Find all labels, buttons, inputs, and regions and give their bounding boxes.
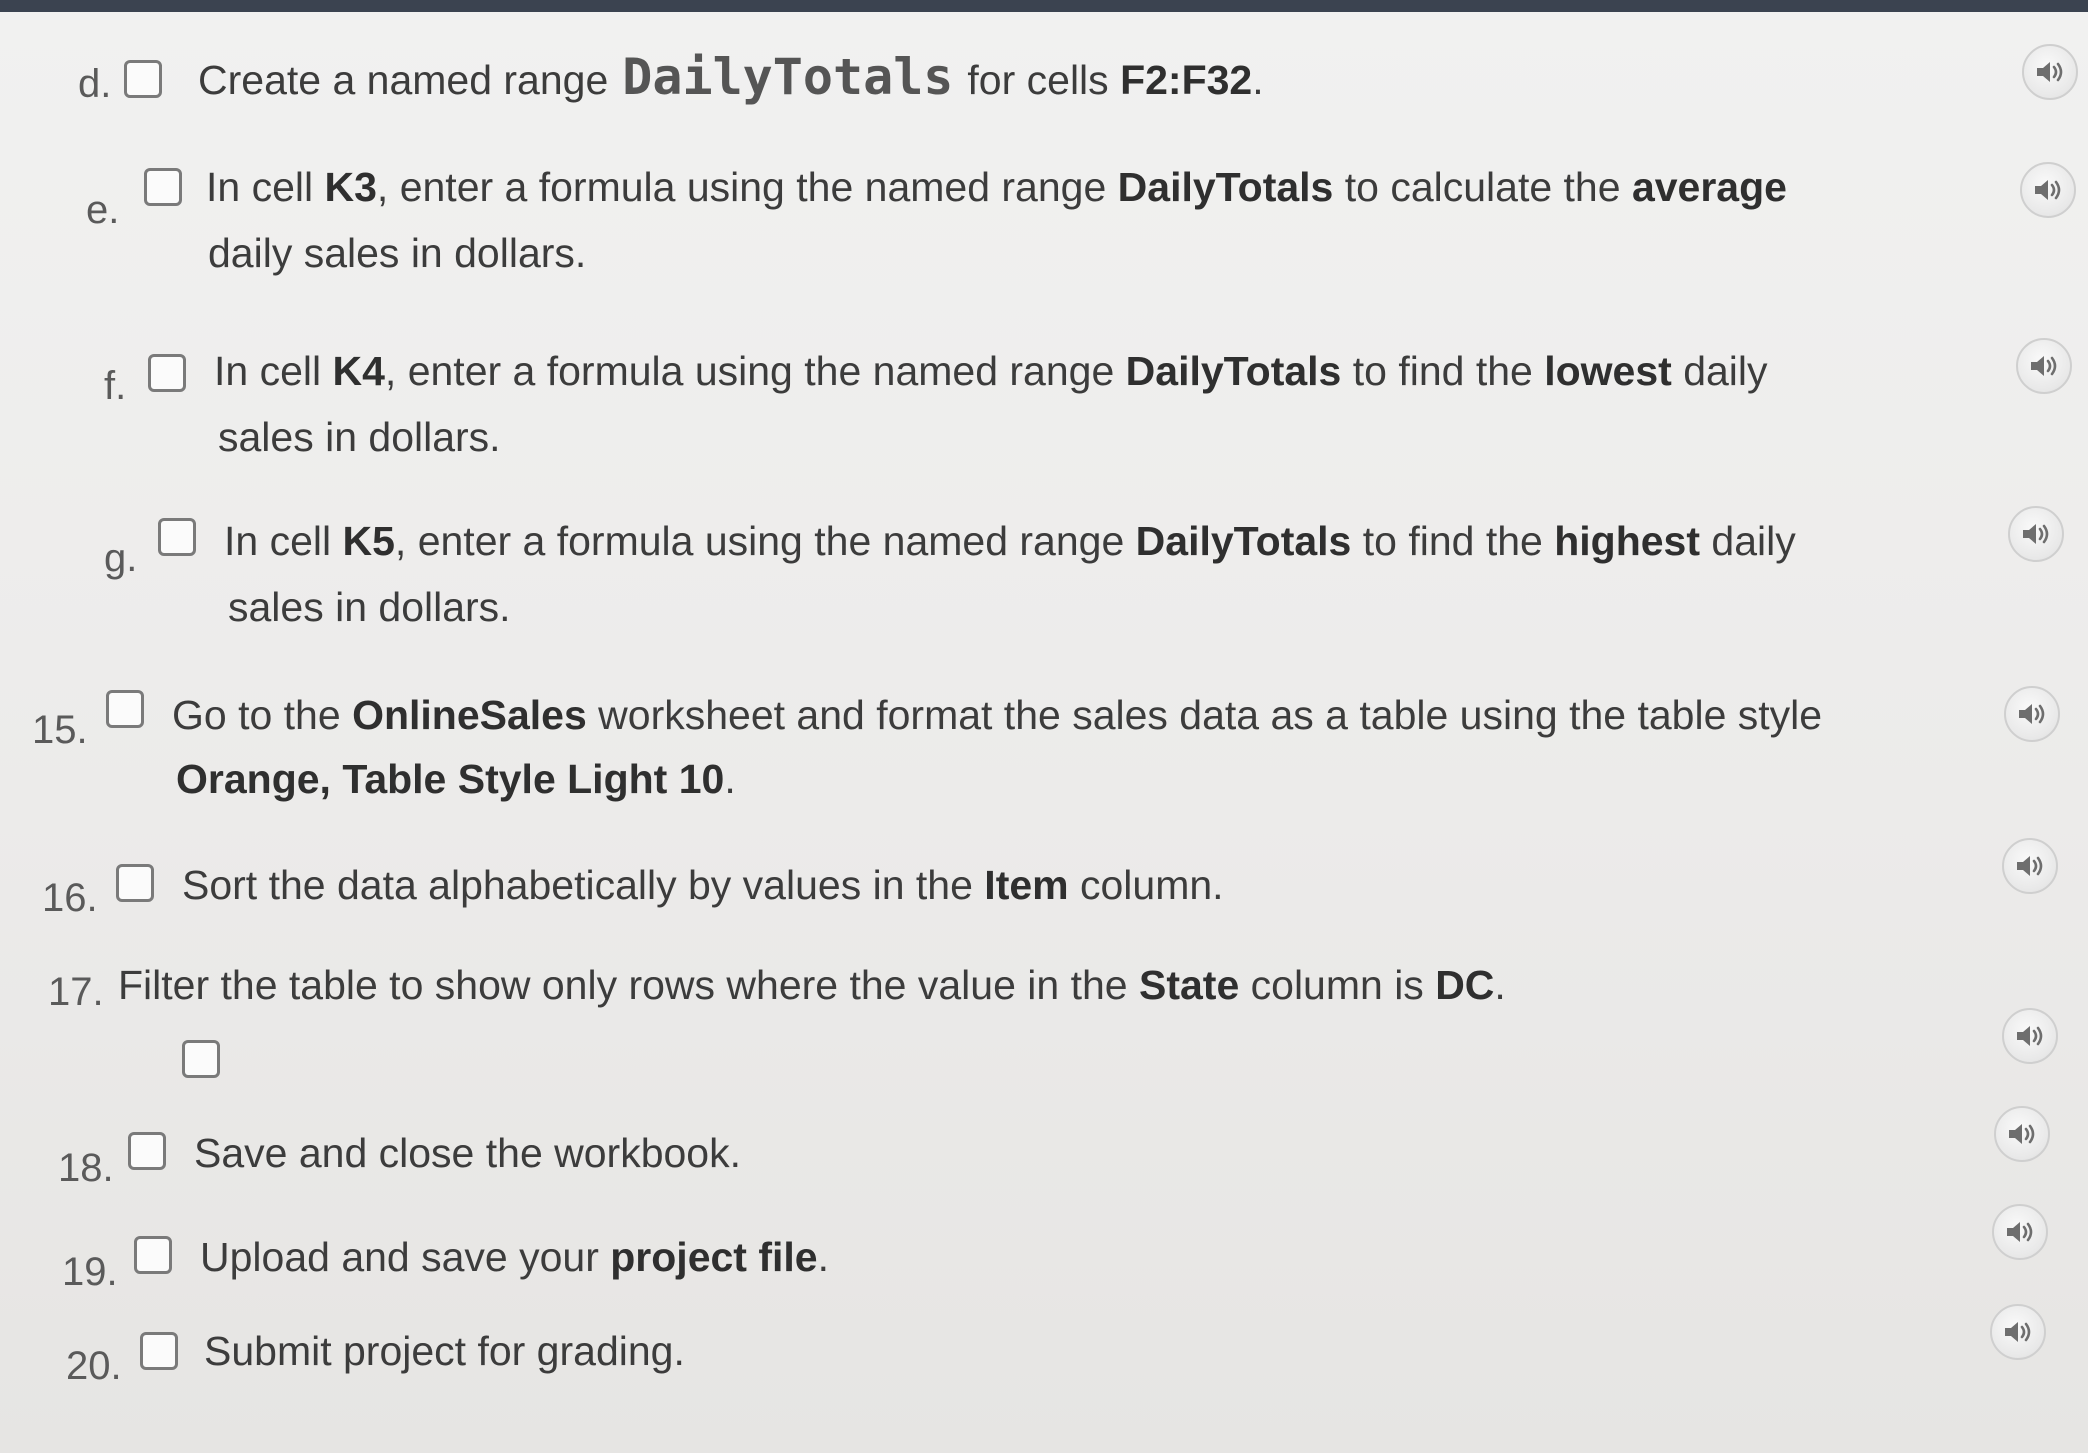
step-15: 15. Go to the OnlineSales worksheet and … [0,662,2088,812]
text-segment: Sort the data alphabetically by values i… [182,862,985,908]
step-text: Save and close the workbook. [194,1120,741,1186]
bold-term: F2:F32 [1120,57,1253,103]
instruction-list: d. Create a named range DailyTotals for ce… [0,12,2088,1453]
step-text: Upload and save your project file. [200,1224,829,1290]
step-text: Go to the OnlineSales worksheet and form… [172,682,1822,748]
text-segment: daily [1700,518,1796,564]
speaker-icon[interactable] [2004,686,2060,742]
table-style-name: Orange, Table Style Light 10 [176,756,725,802]
step-text: In cell K4, enter a formula using the na… [214,338,1768,404]
step-text: Create a named range DailyTotals for cells… [198,44,1264,113]
text-segment: Submit project for grading. [204,1328,685,1374]
text-segment: Filter the table to show only rows where… [118,962,1139,1008]
text-segment: column. [1068,862,1224,908]
step-d: d. Create a named range DailyTotals for ce… [0,30,2088,140]
speaker-icon[interactable] [2002,1008,2058,1064]
step-18: 18. Save and close the workbook. [0,1106,2088,1202]
speaker-icon[interactable] [2016,338,2072,394]
bold-term: Item [984,862,1069,908]
speaker-icon[interactable] [2002,838,2058,894]
speaker-icon[interactable] [2008,506,2064,562]
step-text-line2: daily sales in dollars. [208,230,587,276]
text-segment: In cell [206,164,325,210]
speaker-icon[interactable] [2020,162,2076,218]
step-text: In cell K3, enter a formula using the na… [206,154,1787,220]
checkbox-icon[interactable] [134,1236,172,1274]
step-text: Filter the table to show only rows where… [118,952,1506,1018]
bold-term: project file [610,1234,818,1280]
bold-term: DailyTotals [1125,348,1342,394]
checkbox-icon[interactable] [158,518,196,556]
bold-term: DC [1435,962,1495,1008]
step-f: f. In cell K4, enter a formula using the… [0,322,2088,472]
step-16: 16. Sort the data alphabetically by valu… [0,834,2088,934]
step-number: 20. [66,1344,122,1388]
step-number: g. [104,536,138,580]
text-segment: , enter a formula using the named range [394,518,1136,564]
checkbox-icon[interactable] [116,864,154,902]
step-e: e. In cell K3, enter a formula using the… [0,142,2088,292]
step-number: d. [78,62,112,106]
step-text: In cell K5, enter a formula using the na… [224,508,1796,574]
period: . [724,756,736,802]
step-19: 19. Upload and save your project file. [0,1204,2088,1302]
step-17: 17. Filter the table to show only rows w… [0,944,2088,1094]
step-number: 16. [42,876,98,920]
bold-term: K4 [332,348,385,394]
step-number: f. [104,364,127,408]
step-text: Submit project for grading. [204,1318,685,1384]
speaker-icon[interactable] [1994,1106,2050,1162]
text-segment: daily [1671,348,1768,394]
step-number: 17. [48,970,104,1014]
speaker-icon[interactable] [1992,1204,2048,1260]
step-20: 20. Submit project for grading. [0,1304,2088,1402]
text-segment: column is [1239,962,1436,1008]
text-segment: In cell [214,348,333,394]
text-segment: to calculate the [1333,164,1632,210]
bold-term: State [1138,962,1240,1008]
step-text-line2: Orange, Table Style Light 10. [176,746,736,812]
step-text: Sort the data alphabetically by values i… [182,852,1224,918]
step-number: 19. [62,1250,118,1294]
speaker-icon[interactable] [1990,1304,2046,1360]
text-segment: , enter a formula using the named range [376,164,1118,210]
text-segment: In cell [224,518,343,564]
text-segment: . [817,1234,829,1280]
step-number: e. [86,188,120,232]
text-segment: , enter a formula using the named range [384,348,1126,394]
bold-term: DailyTotals [1117,164,1334,210]
bold-term: lowest [1544,348,1672,394]
text-segment: for cells [967,57,1121,103]
bold-term: highest [1554,518,1701,564]
bold-term: K5 [342,518,395,564]
step-g: g. In cell K5, enter a formula using the… [0,492,2088,642]
checkbox-icon[interactable] [128,1132,166,1170]
speaker-icon[interactable] [2022,44,2078,100]
bold-term: K3 [324,164,377,210]
checkbox-icon[interactable] [124,60,162,98]
text-segment: . [1252,57,1264,103]
checkbox-icon[interactable] [182,1040,220,1078]
step-number: 18. [58,1146,114,1190]
checkbox-icon[interactable] [148,354,186,392]
text-segment: Save and close the workbook. [194,1130,741,1176]
checkbox-icon[interactable] [106,690,144,728]
text-segment: . [1494,962,1506,1008]
step-text-line2: sales in dollars. [218,414,501,460]
named-range-code: DailyTotals [622,48,954,106]
text-segment: Go to the [172,692,353,738]
step-number: 15. [32,708,88,752]
text-segment: Create a named range [198,57,609,103]
checkbox-icon[interactable] [144,168,182,206]
checkbox-icon[interactable] [140,1332,178,1370]
bold-term: OnlineSales [352,692,587,738]
text-segment: worksheet and format the sales data as a… [586,692,1823,738]
top-window-strip [0,0,2088,12]
text-segment: Upload and save your [200,1234,611,1280]
step-text-line2: sales in dollars. [228,584,511,630]
bold-term: average [1631,164,1787,210]
text-segment: to find the [1351,518,1555,564]
bold-term: DailyTotals [1135,518,1352,564]
text-segment: to find the [1341,348,1545,394]
